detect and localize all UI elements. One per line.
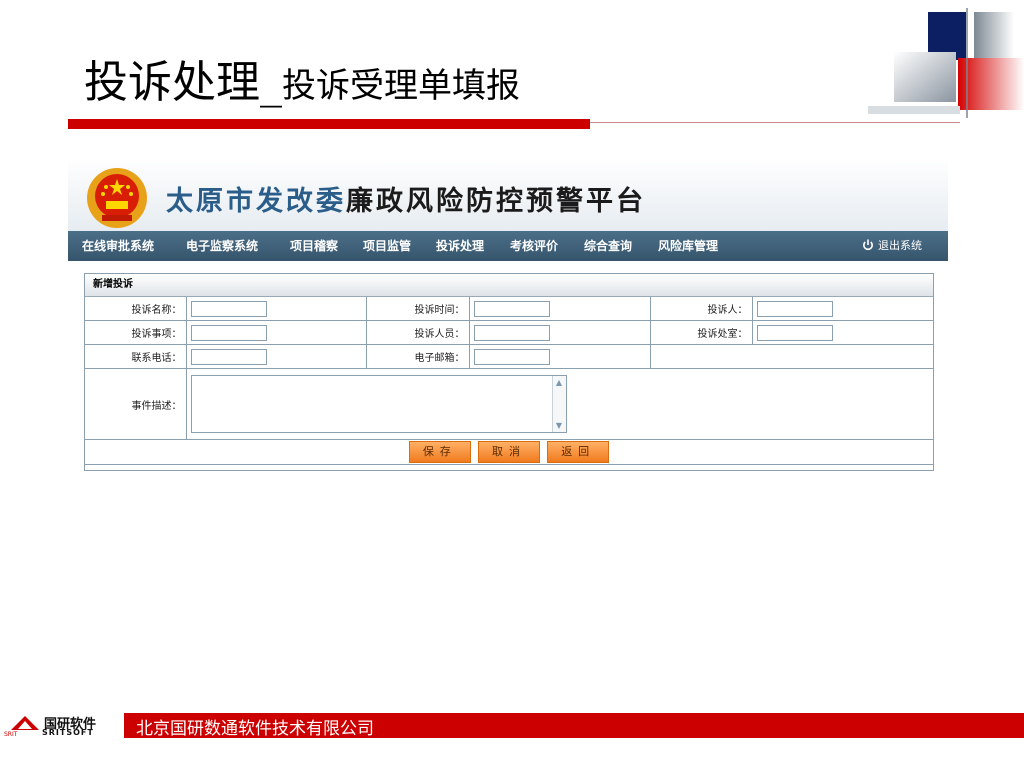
title-underline-red — [68, 119, 590, 129]
form-row: 事件描述： ▲ ▼ — [85, 368, 933, 440]
complaint-time-input[interactable] — [473, 300, 550, 317]
logo-mark-icon — [11, 716, 39, 730]
email-input[interactable] — [473, 348, 550, 365]
nav-item-project-supervision[interactable]: 项目监管 — [363, 231, 411, 261]
form-heading-text: 新增投诉 — [93, 279, 133, 290]
back-button[interactable]: 返回 — [547, 441, 610, 463]
textarea-scrollbar[interactable]: ▲ ▼ — [551, 376, 566, 432]
nav-item-risk-library[interactable]: 风险库管理 — [658, 231, 718, 261]
app-screenshot: 太原市发改委廉政风险防控预警平台 在线审批系统 电子监察系统 项目稽察 项目监管… — [68, 157, 948, 471]
scroll-down-icon[interactable]: ▼ — [555, 421, 564, 430]
cancel-button[interactable]: 取消 — [478, 441, 540, 463]
complaint-time-label: 投诉时间： — [365, 297, 470, 321]
national-emblem-icon — [87, 168, 147, 228]
email-label: 电子邮箱： — [365, 344, 470, 369]
nav-item-online-approval[interactable]: 在线审批系统 — [82, 231, 154, 261]
title-underline-thin — [590, 122, 960, 123]
footer-company-name: 北京国研数通软件技术有限公司 — [136, 719, 374, 739]
app-header: 太原市发改委廉政风险防控预警平台 — [68, 157, 948, 231]
complainant-input[interactable] — [756, 300, 833, 317]
nav-item-e-supervision[interactable]: 电子监察系统 — [186, 231, 258, 261]
nav-item-complaint-handling[interactable]: 投诉处理 — [436, 231, 484, 261]
app-title: 太原市发改委廉政风险防控预警平台 — [166, 179, 646, 218]
complained-person-label: 投诉人员： — [365, 320, 470, 345]
scroll-up-icon[interactable]: ▲ — [555, 378, 564, 387]
main-nav: 在线审批系统 电子监察系统 项目稽察 项目监管 投诉处理 考核评价 综合查询 风… — [68, 231, 948, 261]
nav-item-project-inspection[interactable]: 项目稽察 — [290, 231, 338, 261]
app-title-org: 太原市发改委 — [166, 186, 346, 217]
app-title-platform: 廉政风险防控预警平台 — [346, 186, 646, 217]
complaint-item-input[interactable] — [190, 324, 267, 341]
form-row: 投诉事项： 投诉人员： 投诉处室： — [85, 320, 933, 345]
power-icon — [863, 239, 873, 251]
logo-english: SRITSOFT — [42, 728, 94, 737]
slide-title-sub: 投诉受理单填报 — [282, 66, 520, 106]
complaint-item-label: 投诉事项： — [85, 320, 187, 345]
complained-office-label: 投诉处室： — [649, 320, 753, 345]
logout-label: 退出系统 — [878, 239, 922, 252]
form-heading: 新增投诉 — [85, 274, 933, 297]
footer-bar: 北京国研数通软件技术有限公司 — [124, 713, 1024, 739]
nav-item-integrated-query[interactable]: 综合查询 — [584, 231, 632, 261]
form-row: 投诉名称： 投诉时间： 投诉人： — [85, 297, 933, 321]
complained-office-input[interactable] — [756, 324, 833, 341]
slide-title-main: 投诉处理_ — [84, 57, 282, 108]
new-complaint-form: 新增投诉 投诉名称： 投诉时间： 投诉人： 投诉事项： 投诉人员： 投诉处室： — [84, 273, 934, 471]
phone-label: 联系电话： — [85, 344, 187, 369]
corner-decoration — [868, 8, 1024, 118]
complaint-name-label: 投诉名称： — [85, 297, 187, 321]
complained-person-input[interactable] — [473, 324, 550, 341]
logo-small-text: SRIT — [4, 731, 18, 738]
form-table: 投诉名称： 投诉时间： 投诉人： 投诉事项： 投诉人员： 投诉处室： 联系电话：… — [85, 297, 933, 465]
save-button[interactable]: 保存 — [408, 441, 471, 463]
form-row: 联系电话： 电子邮箱： — [85, 344, 933, 369]
logout-button[interactable]: 退出系统 — [862, 231, 922, 261]
description-label: 事件描述： — [85, 368, 187, 440]
slide-title: 投诉处理_投诉受理单填报 — [84, 46, 520, 110]
description-textarea[interactable]: ▲ ▼ — [190, 375, 567, 433]
phone-input[interactable] — [190, 348, 267, 365]
complaint-name-input[interactable] — [190, 300, 267, 317]
complainant-label: 投诉人： — [649, 297, 753, 321]
nav-item-assessment[interactable]: 考核评价 — [510, 231, 558, 261]
company-logo: SRIT 国研软件 SRITSOFT — [4, 713, 122, 739]
form-actions: 保存 取消 返回 — [85, 439, 933, 465]
